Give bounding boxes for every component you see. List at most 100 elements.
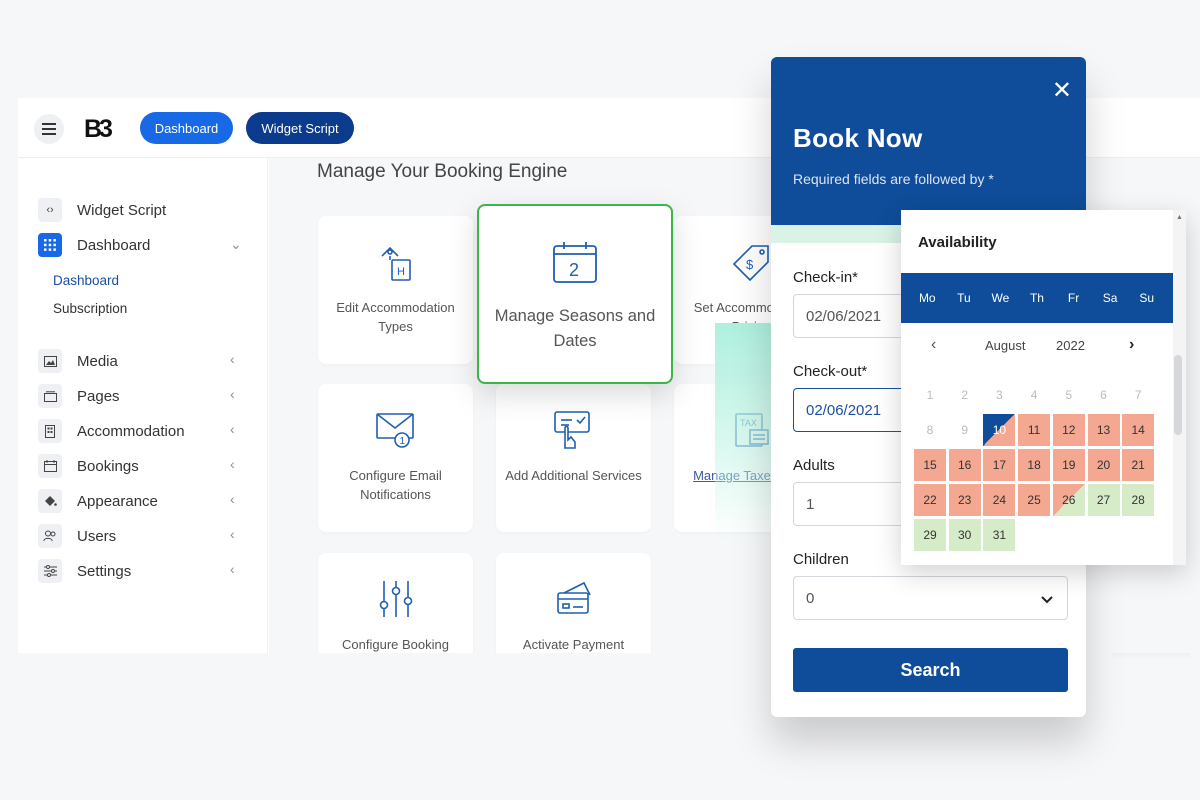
sidebar-item-label: Bookings: [77, 457, 139, 475]
app-logo[interactable]: B3: [84, 115, 113, 144]
sidebar-item-bookings[interactable]: Bookings: [38, 454, 139, 478]
users-icon: [38, 524, 62, 548]
sidebar: ‹› Widget Script Dashboard ⌄ Dashboard S…: [18, 158, 268, 653]
calendar-day[interactable]: 25: [1018, 484, 1051, 516]
weekday-label: Mo: [918, 291, 936, 305]
credit-card-icon: [496, 579, 651, 619]
sidebar-item-accommodation[interactable]: Accommodation: [38, 419, 185, 443]
calendar-day[interactable]: 20: [1087, 449, 1120, 481]
sidebar-item-users[interactable]: Users: [38, 524, 116, 548]
chevron-left-icon[interactable]: ‹: [230, 526, 235, 542]
weekday-label: Tu: [957, 291, 971, 305]
sidebar-item-label: Dashboard: [77, 236, 151, 254]
calendar-nav: ‹ August 2022 ›: [901, 336, 1173, 358]
calendar-day[interactable]: 30: [948, 519, 981, 551]
card-label: Configure Email Notifications: [349, 468, 442, 502]
calendar-day: 6: [1100, 388, 1107, 402]
sidebar-item-settings[interactable]: Settings: [38, 559, 131, 583]
dashboard-button[interactable]: Dashboard: [140, 112, 233, 144]
calendar-scrollbar-thumb[interactable]: [1174, 355, 1182, 435]
sidebar-item-label: Settings: [77, 562, 132, 580]
card-manage-seasons-and-dates[interactable]: 2 Manage Seasons and Dates: [477, 204, 673, 384]
card-edit-accommodation-types[interactable]: H Edit Accommodation Types: [318, 216, 473, 364]
card-activate-payment[interactable]: Activate Payment: [496, 553, 651, 653]
sidebar-item-dashboard[interactable]: Dashboard: [38, 233, 150, 257]
sidebar-item-label: Pages: [77, 387, 120, 405]
card-label: Add Additional Services: [505, 468, 642, 483]
sidebar-item-label: Media: [77, 352, 118, 370]
chevron-left-icon[interactable]: ‹: [230, 456, 235, 472]
chevron-left-icon[interactable]: ‹: [230, 561, 235, 577]
chevron-left-icon[interactable]: ‹: [230, 421, 235, 437]
sidebar-subitem-subscription[interactable]: Subscription: [53, 301, 127, 316]
close-icon[interactable]: ✕: [1052, 79, 1072, 103]
sidebar-item-label: Widget Script: [77, 201, 167, 219]
calendar-day: 4: [1030, 388, 1038, 402]
widget-script-button[interactable]: Widget Script: [246, 112, 354, 144]
calendar-day[interactable]: 23: [948, 484, 981, 516]
paint-bucket-icon: [38, 489, 62, 513]
sidebar-item-appearance[interactable]: Appearance: [38, 489, 158, 513]
chevron-left-icon[interactable]: ‹: [931, 336, 936, 354]
sidebar-item-label: Appearance: [77, 492, 158, 510]
calendar-day[interactable]: 10: [983, 414, 1016, 446]
calendar-day[interactable]: 17: [983, 449, 1016, 481]
decorative-teal-overlay: [715, 323, 775, 543]
calendar-icon: 2: [479, 240, 671, 284]
calendar-day[interactable]: 21: [1122, 449, 1155, 481]
card-configure-booking[interactable]: Configure Booking: [318, 553, 473, 653]
hamburger-icon: [42, 128, 56, 130]
calendar-day[interactable]: 29: [914, 519, 946, 551]
search-button[interactable]: Search: [793, 648, 1068, 692]
chevron-left-icon[interactable]: ‹: [230, 491, 235, 507]
checkin-label: Check-in*: [793, 269, 859, 286]
calendar-day[interactable]: 13: [1087, 414, 1120, 446]
sidebar-item-pages[interactable]: Pages: [38, 384, 120, 408]
card-label: Configure Booking: [342, 637, 449, 652]
chevron-right-icon[interactable]: ›: [1129, 336, 1134, 354]
sidebar-item-widget-script[interactable]: ‹› Widget Script: [38, 198, 166, 222]
calendar-day[interactable]: 24: [983, 484, 1016, 516]
svg-text:1: 1: [399, 436, 405, 447]
scroll-up-icon[interactable]: ▲: [1176, 214, 1183, 221]
calendar-day: 3: [996, 388, 1003, 402]
svg-text:H: H: [397, 266, 405, 278]
hamburger-menu-button[interactable]: [34, 114, 64, 144]
calendar-title: Availability: [918, 234, 997, 251]
calendar-day[interactable]: 14: [1122, 414, 1155, 446]
calendar-icon: [38, 454, 62, 478]
calendar-day[interactable]: 15: [914, 449, 946, 481]
availability-calendar: Availability Mo Tu We Th Fr Sa Su ‹ Augu…: [901, 210, 1186, 565]
calendar-day[interactable]: 19: [1052, 449, 1085, 481]
sidebar-item-media[interactable]: Media: [38, 349, 118, 373]
weekday-label: Th: [1029, 291, 1044, 305]
calendar-day[interactable]: 18: [1018, 449, 1051, 481]
calendar-day[interactable]: 22: [914, 484, 946, 516]
calendar-day[interactable]: 11: [1018, 414, 1051, 446]
weekday-header: Mo Tu We Th Fr Sa Su: [901, 273, 1173, 323]
sidebar-subitem-dashboard[interactable]: Dashboard: [53, 273, 119, 288]
chevron-down-icon[interactable]: ⌄: [230, 236, 242, 253]
svg-text:2: 2: [569, 260, 579, 280]
calendar-day[interactable]: 27: [1087, 484, 1120, 516]
chevron-left-icon[interactable]: ‹: [230, 386, 235, 402]
sidebar-item-label: Users: [77, 527, 117, 545]
weekday-label: Sa: [1102, 291, 1118, 305]
image-icon: [38, 349, 62, 373]
children-select[interactable]: 0: [793, 576, 1068, 620]
calendar-month: August: [985, 338, 1026, 353]
card-configure-email-notifications[interactable]: 1 Configure Email Notifications: [318, 384, 473, 532]
checkout-label: Check-out*: [793, 363, 868, 380]
calendar-day[interactable]: 31: [983, 519, 1016, 551]
calendar-day[interactable]: 26: [1052, 484, 1085, 516]
calendar-day[interactable]: 16: [948, 449, 981, 481]
chevron-left-icon[interactable]: ‹: [230, 351, 235, 367]
adults-label: Adults: [793, 457, 835, 474]
calendar-day[interactable]: 28: [1122, 484, 1155, 516]
card-add-additional-services[interactable]: Add Additional Services: [496, 384, 651, 532]
calendar-day[interactable]: 12: [1052, 414, 1085, 446]
sidebar-item-label: Accommodation: [77, 422, 185, 440]
envelope-icon: 1: [318, 410, 473, 450]
weekday-label: Fr: [1067, 291, 1080, 305]
calendar-day: 2: [961, 388, 969, 402]
